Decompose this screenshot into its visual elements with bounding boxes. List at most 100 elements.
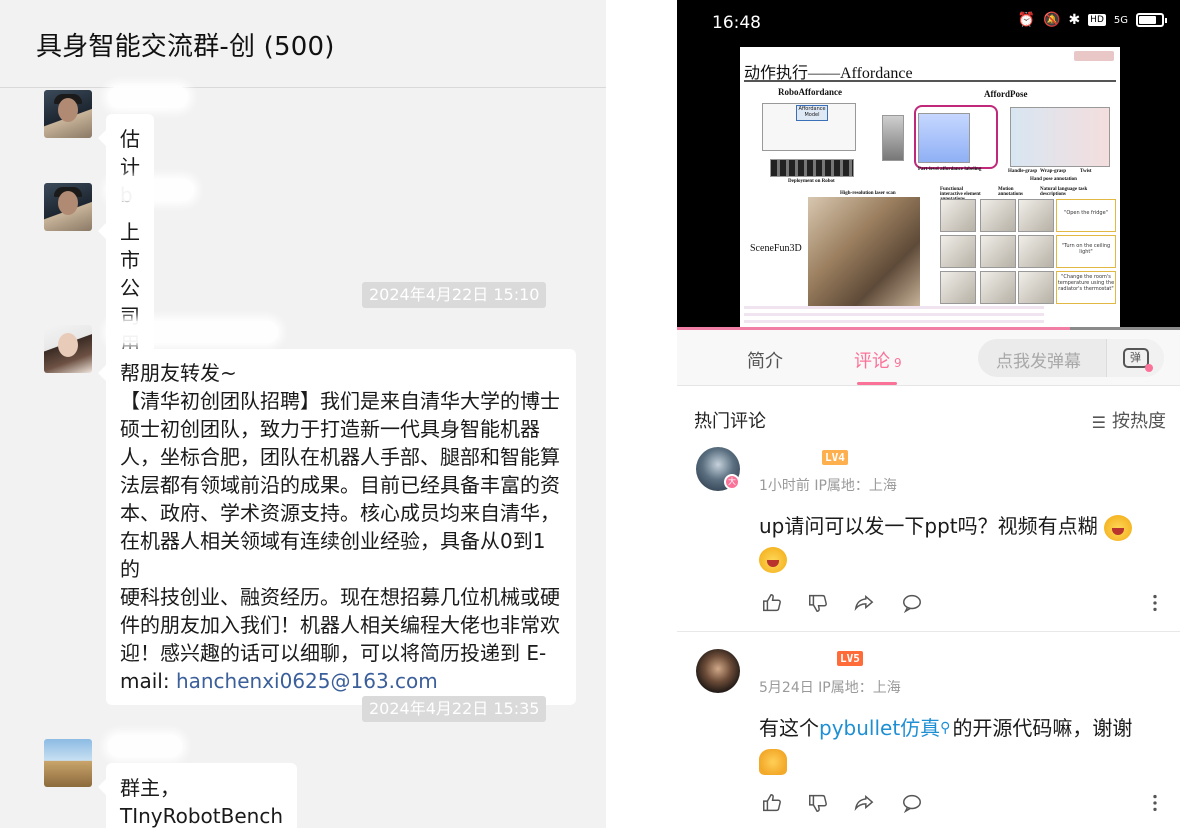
search-keyword-link[interactable]: pybullet仿真 (819, 716, 940, 740)
slide-label: AffordPose (984, 89, 1028, 99)
slide-label: Handle-grasp (1008, 169, 1038, 174)
slide-label: Part-level affordance labeling (918, 167, 982, 172)
vip-badge-icon: 大 (724, 474, 740, 490)
danmaku-icon: 弹 (1122, 348, 1153, 372)
email-link[interactable]: hanchenxi0625@163.com (176, 669, 438, 693)
like-icon[interactable] (759, 590, 785, 616)
sort-label: 按热度 (1112, 411, 1166, 432)
mail-prefix: mail: (120, 669, 176, 693)
message-line: 硬科技创业、融资经历。现在想招募几位机械或硬 (120, 585, 560, 609)
avatar[interactable] (44, 183, 92, 231)
more-options-icon[interactable] (1142, 590, 1168, 616)
chat-header: 具身智能交流群-创 (500) (0, 0, 606, 88)
comment-body: 有这个 (759, 716, 819, 740)
danmaku-bar[interactable]: 点我发弹幕 弹 (978, 339, 1164, 377)
hot-comments-heading: 热门评论 (694, 411, 766, 432)
message-line: 迎！感兴趣的话可以细聊，可以将简历投递到 E- (120, 641, 547, 665)
message-line: 法层都有领域前沿的成果。目前已经具备丰富的资 (120, 473, 560, 497)
kettle-image (882, 115, 904, 161)
shock-emoji-icon (1103, 514, 1132, 541)
hd-icon: HD (1088, 14, 1106, 26)
share-icon[interactable] (851, 790, 877, 816)
message-line: 人，坐标合肥，团队在机器人手部、腿部和智能算 (120, 445, 560, 469)
scene-thumbnail (980, 235, 1016, 268)
message-bubble[interactable]: 帮朋友转发~ 【清华初创团队招聘】我们是来自清华大学的博士 硕士初创团队，致力于… (98, 349, 576, 705)
avatar[interactable] (44, 739, 92, 787)
scene-thumbnail (940, 235, 976, 268)
message-line: 帮朋友转发~ (120, 361, 237, 385)
like-icon[interactable] (759, 790, 785, 816)
avatar[interactable] (44, 325, 92, 373)
presentation-slide: 动作执行——Affordance RoboAffordance AffordPo… (740, 47, 1120, 330)
battery-icon (1136, 13, 1167, 27)
comment-actions (759, 590, 1159, 616)
message-line: 本、政府、学术资源支持。核心成员均来自清华， (120, 501, 560, 525)
message-line: mail: hanchenxi0625@163.com (120, 667, 562, 695)
commenter-avatar[interactable] (696, 649, 740, 693)
dislike-icon[interactable] (805, 590, 831, 616)
group-chat-window: 具身智能交流群-创 (500) 估计b轮走不到就倒闭的多过上市的 上市公司用开源… (0, 0, 606, 828)
message-line: 件的朋友加入我们！机器人相关编程大佬也非常欢 (120, 613, 560, 637)
comment-meta: 5月24日 IP属地：上海 (759, 680, 901, 696)
sender-name-redacted (108, 179, 194, 201)
scene-thumbnail (980, 271, 1016, 304)
signal-icon: 5G (1113, 14, 1128, 26)
message-bubble[interactable]: 群主，TInyRobotBench开源了吗? (97, 763, 298, 828)
sort-button[interactable]: ☰ 按热度 (1092, 407, 1166, 433)
mute-icon: 🔕 (1043, 12, 1061, 28)
affordance-model-box: Affordance Model (796, 105, 828, 121)
university-logo (1074, 51, 1114, 61)
tab-intro[interactable]: 简介 (747, 347, 783, 373)
user-level-badge: LV4 (822, 450, 848, 465)
slide-label: Wrap-grasp (1040, 169, 1067, 174)
status-bar-icons: ⏰ 🔕 ✱ HD 5G (1018, 12, 1167, 28)
comment-divider (677, 631, 1180, 632)
active-tab-indicator (857, 382, 897, 385)
shock-emoji-icon (759, 546, 787, 573)
scene-thumbnail (1018, 271, 1054, 304)
tab-comments[interactable]: 评论 9 (854, 347, 902, 373)
highlight-ring (914, 105, 998, 169)
dislike-icon[interactable] (805, 790, 831, 816)
sender-name-redacted (108, 735, 182, 757)
video-player[interactable]: 16:48 ⏰ 🔕 ✱ HD 5G 动作执行——Affordance RoboA… (677, 0, 1180, 330)
slide-label: Twist (1080, 169, 1092, 174)
comment-body: up请问可以发一下ppt吗？视频有点糊 (759, 514, 1098, 538)
danmaku-input[interactable]: 点我发弹幕 (996, 347, 1081, 372)
room-scan-image (808, 197, 920, 307)
sender-name-redacted (108, 321, 278, 343)
bluetooth-icon: ✱ (1068, 12, 1081, 28)
reply-icon[interactable] (899, 590, 925, 616)
more-options-icon[interactable] (1142, 790, 1168, 816)
scene-thumbnail (1018, 199, 1054, 232)
search-icon: ⚲ (940, 720, 951, 736)
slide-label: RoboAffordance (778, 87, 842, 97)
video-tabs: 简介 评论 9 点我发弹幕 弹 (677, 330, 1180, 386)
avatar[interactable] (44, 90, 92, 138)
slide-label: Deployment on Robot (788, 179, 835, 184)
tab-comments-label: 评论 (854, 351, 890, 372)
scene-thumbnail (1018, 235, 1054, 268)
slide-references (744, 306, 1044, 328)
timestamp: 2024年4月22日 15:35 (362, 696, 547, 722)
timestamp: 2024年4月22日 15:10 (362, 282, 547, 308)
task-caption: "Turn on the ceiling light" (1056, 235, 1116, 268)
message-line: 硕士初创团队，致力于打造新一代具身智能机器 (120, 417, 540, 441)
message-line: 在机器人相关领域有连续创业经验，具备从0到1的 (120, 529, 546, 581)
slide-label: High-resolution laser scan (840, 191, 896, 196)
slide-label: Natural language task descriptions (1040, 187, 1088, 197)
status-time: 16:48 (712, 13, 761, 33)
scene-thumbnail (980, 199, 1016, 232)
comment-body: 的开源代码嘛，谢谢 (952, 716, 1133, 740)
filmstrip (770, 159, 854, 177)
danmaku-toggle-button[interactable]: 弹 (1106, 339, 1164, 377)
reply-icon[interactable] (899, 790, 925, 816)
comment-actions (759, 790, 1159, 816)
pray-emoji-icon (759, 748, 787, 775)
sender-name-redacted (108, 86, 188, 108)
sort-icon: ☰ (1091, 412, 1106, 432)
task-caption: "Open the fridge" (1056, 199, 1116, 232)
share-icon[interactable] (851, 590, 877, 616)
comment-count: 9 (894, 356, 902, 370)
scene-thumbnail (940, 199, 976, 232)
